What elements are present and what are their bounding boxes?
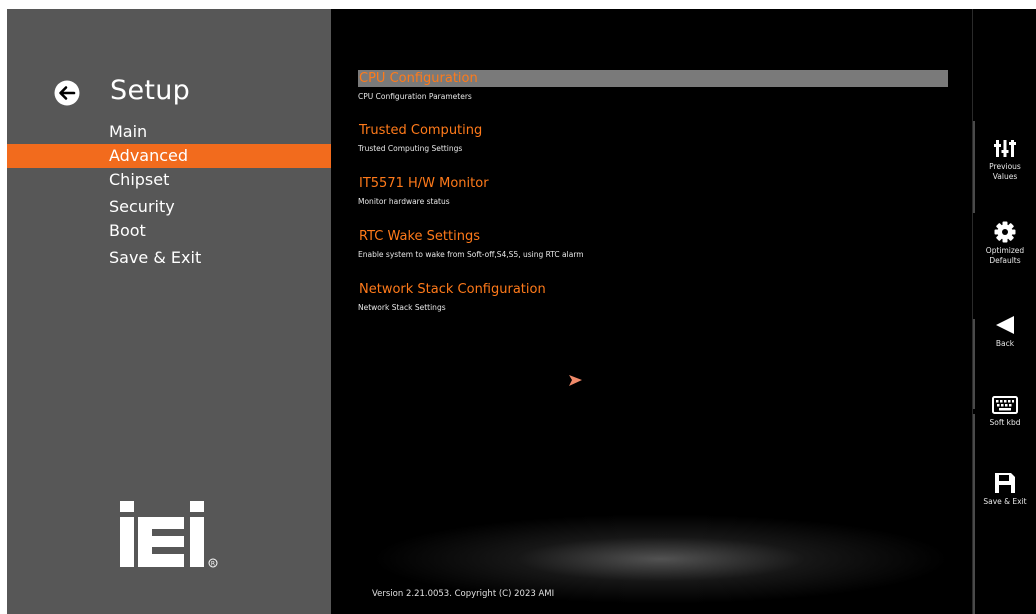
gear-icon	[994, 221, 1016, 243]
nav-item-security[interactable]: Security	[7, 195, 331, 219]
arrow-left-icon	[54, 80, 80, 106]
bios-screen: Setup Main Advanced Chipset Security Boo…	[7, 9, 1036, 614]
mouse-pointer-icon	[569, 375, 582, 386]
nav-item-label: Security	[109, 197, 175, 216]
nav-item-label: Chipset	[109, 170, 170, 189]
iei-logo: R	[120, 501, 218, 568]
button-label: Save & Exit	[983, 497, 1027, 506]
menu-entry-title: CPU Configuration	[358, 70, 948, 87]
triangle-left-icon	[996, 316, 1014, 334]
menu-entry-title: Trusted Computing	[359, 123, 483, 138]
optimized-defaults-button[interactable]: Optimized Defaults	[973, 221, 1036, 266]
main-content: CPU Configuration CPU Configuration Para…	[331, 9, 972, 614]
back-button[interactable]: Back	[973, 314, 1036, 349]
menu-entry-description: Enable system to wake from Soft-off,S4,S…	[358, 250, 584, 259]
menu-entry-description: Network Stack Settings	[358, 303, 446, 312]
nav-item-chipset[interactable]: Chipset	[7, 168, 331, 192]
menu-entry-title: IT5571 H/W Monitor	[359, 176, 489, 191]
button-label: Optimized	[985, 246, 1025, 255]
sliders-icon	[994, 140, 1016, 157]
toolbar-divider	[973, 414, 975, 614]
previous-values-button[interactable]: Previous Values	[973, 137, 1036, 182]
menu-entry-network-stack[interactable]: Network Stack Configuration Network Stac…	[358, 281, 948, 313]
keyboard-icon	[992, 396, 1018, 414]
setup-title: Setup	[110, 75, 191, 106]
button-label: Defaults	[989, 256, 1021, 265]
soft-keyboard-button[interactable]: Soft kbd	[973, 395, 1036, 428]
button-label: Back	[995, 339, 1015, 348]
save-exit-button[interactable]: Save & Exit	[973, 472, 1036, 507]
menu-entry-cpu-configuration[interactable]: CPU Configuration CPU Configuration Para…	[358, 70, 948, 102]
nav-item-save-exit[interactable]: Save & Exit	[7, 246, 331, 270]
menu-entry-hw-monitor[interactable]: IT5571 H/W Monitor Monitor hardware stat…	[358, 175, 948, 207]
back-arrow-button[interactable]	[54, 80, 82, 106]
svg-text:R: R	[211, 561, 215, 568]
floppy-disk-icon	[995, 473, 1015, 493]
nav-item-label: Main	[109, 122, 148, 141]
button-label: Soft kbd	[989, 418, 1021, 427]
menu-entry-trusted-computing[interactable]: Trusted Computing Trusted Computing Sett…	[358, 122, 948, 154]
menu-entry-rtc-wake-settings[interactable]: RTC Wake Settings Enable system to wake …	[358, 228, 948, 260]
nav-item-label: Save & Exit	[109, 248, 202, 267]
nav-item-main[interactable]: Main	[7, 120, 331, 144]
nav-item-label: Advanced	[109, 146, 189, 165]
sidebar: Setup Main Advanced Chipset Security Boo…	[7, 9, 331, 614]
nav-item-advanced[interactable]: Advanced	[7, 144, 331, 168]
menu-entry-description: CPU Configuration Parameters	[358, 92, 472, 101]
version-text: Version 2.21.0053. Copyright (C) 2023 AM…	[372, 589, 555, 599]
nav-item-boot[interactable]: Boot	[7, 219, 331, 243]
button-label: Values	[992, 172, 1018, 181]
menu-entry-title: Network Stack Configuration	[359, 282, 546, 297]
button-label: Previous	[989, 162, 1021, 171]
menu-entry-description: Trusted Computing Settings	[358, 144, 463, 153]
function-toolbar: PreviousValues OptimizedDefaults Back	[972, 9, 1036, 614]
nav-item-label: Boot	[109, 221, 146, 240]
menu-entry-description: Monitor hardware status	[358, 197, 450, 206]
menu-entry-title: RTC Wake Settings	[359, 229, 480, 244]
